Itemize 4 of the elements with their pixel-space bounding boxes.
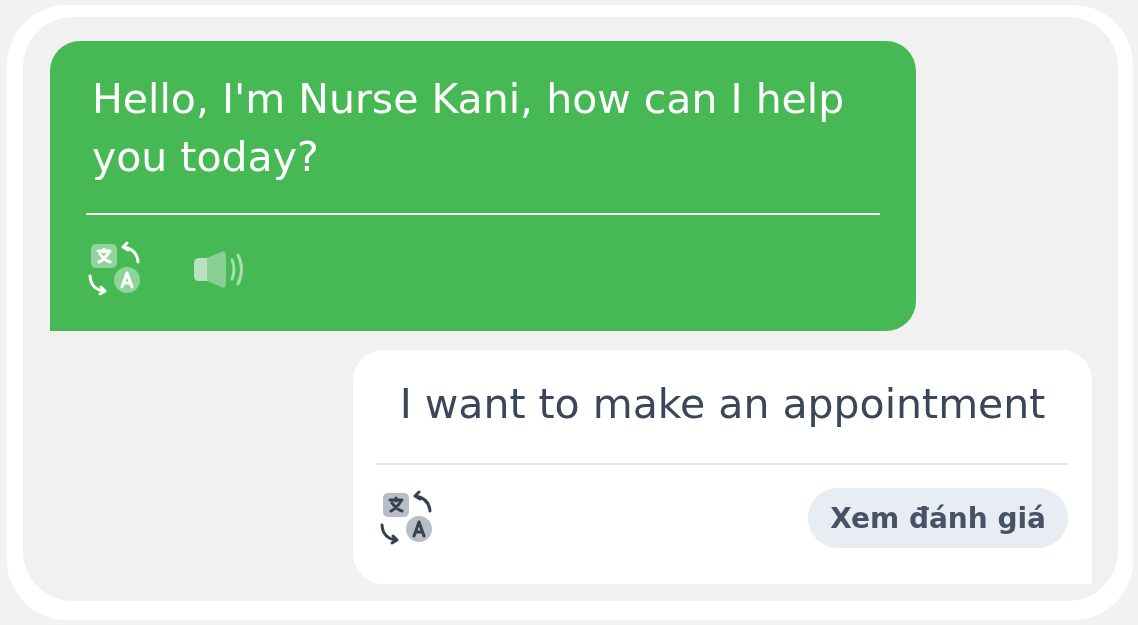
message-text: I want to make an appointment [398,379,1047,430]
review-button[interactable]: Xem đánh giá [808,488,1068,548]
message-text: Hello, I'm Nurse Kani, how can I help you today? [91,74,846,183]
translate-icon[interactable] [380,493,432,543]
